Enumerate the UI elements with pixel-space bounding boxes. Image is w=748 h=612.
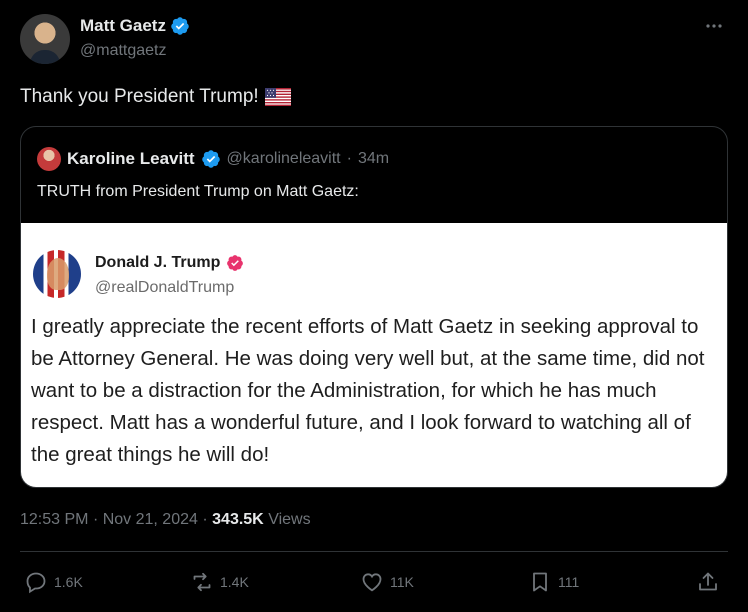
repost-button[interactable]: 1.4K	[190, 570, 249, 594]
author-handle[interactable]: @mattgaetz	[80, 42, 167, 60]
repost-count: 1.4K	[220, 574, 249, 590]
quoted-author-avatar[interactable]	[37, 147, 61, 171]
heart-icon	[362, 573, 382, 592]
truth-author-handle: @realDonaldTrump	[95, 279, 235, 296]
more-options-icon[interactable]	[704, 16, 724, 36]
separator-dot: ·	[346, 150, 352, 167]
author-name[interactable]: Matt Gaetz	[80, 16, 166, 36]
reply-icon	[26, 572, 46, 594]
verified-badge-icon	[171, 17, 189, 35]
us-flag-icon	[264, 88, 291, 106]
verified-badge-icon	[201, 150, 220, 168]
quoted-author-name[interactable]: Karoline Leavitt	[67, 149, 195, 169]
tweet-time[interactable]: 12:53 PM	[20, 511, 88, 528]
separator-dot: ·	[92, 511, 99, 528]
reply-count: 1.6K	[54, 574, 83, 590]
bookmark-count: 111	[558, 574, 580, 590]
tweet-header: Matt Gaetz @mattgaetz	[20, 14, 728, 64]
quoted-tweet[interactable]: Karoline Leavitt @karolineleavitt · 34m …	[20, 126, 728, 488]
share-button[interactable]	[696, 570, 720, 594]
quoted-author-handle[interactable]: @karolineleavitt	[227, 150, 341, 168]
truth-author-avatar	[33, 250, 81, 298]
bookmark-button[interactable]: 111	[528, 570, 579, 594]
divider	[20, 551, 728, 552]
truth-author-name: Donald J. Trump	[95, 254, 221, 271]
repost-icon	[193, 572, 211, 592]
truth-post-body: I greatly appreciate the recent efforts …	[31, 315, 705, 466]
quoted-tweet-text: TRUTH from President Trump on Matt Gaetz…	[37, 183, 359, 200]
tweet-metadata: 12:53 PM · Nov 21, 2024 · 343.5K Views	[20, 511, 311, 529]
tweet-text-content: Thank you President Trump!	[20, 86, 259, 107]
action-bar: 1.6K 1.4K 11K 111	[20, 570, 728, 598]
author-name-row: Matt Gaetz	[80, 16, 190, 36]
truth-author-name-row: Donald J. Trump	[95, 254, 244, 272]
quoted-tweet-header: Karoline Leavitt @karolineleavitt · 34m	[37, 147, 389, 171]
author-avatar[interactable]	[20, 14, 70, 64]
bookmark-icon	[533, 572, 547, 592]
separator-dot: ·	[202, 511, 208, 528]
like-count: 11K	[390, 574, 414, 590]
views-label: Views	[268, 511, 311, 528]
tweet-text: Thank you President Trump!	[20, 86, 291, 108]
truth-social-screenshot[interactable]: Donald J. Trump @realDonaldTrump I great…	[21, 223, 727, 487]
share-icon	[699, 572, 717, 591]
views-count[interactable]: 343.5K	[212, 511, 264, 528]
like-button[interactable]: 11K	[360, 570, 414, 594]
tweet-date[interactable]: Nov 21, 2024	[103, 511, 198, 528]
truth-verified-badge-icon	[227, 255, 244, 271]
reply-button[interactable]: 1.6K	[24, 570, 83, 594]
quoted-tweet-time[interactable]: 34m	[358, 150, 389, 168]
